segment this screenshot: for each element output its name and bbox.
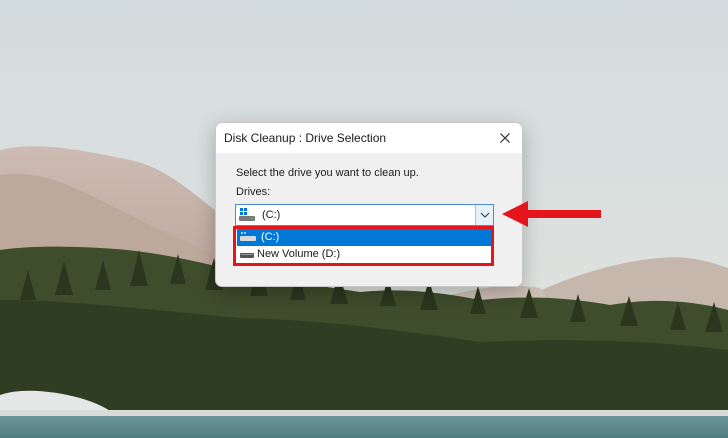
chevron-down-icon (480, 212, 489, 218)
dialog-title: Disk Cleanup : Drive Selection (224, 131, 387, 145)
instruction-text: Select the drive you want to clean up. (236, 167, 419, 179)
red-arrow-icon (502, 201, 601, 227)
close-button[interactable] (494, 127, 516, 149)
drive-combobox[interactable]: (C:) (235, 204, 494, 226)
windows-drive-icon (239, 208, 255, 221)
red-highlight-box (233, 226, 494, 266)
drives-label: Drives: (236, 186, 271, 198)
dialog-titlebar: Disk Cleanup : Drive Selection (216, 123, 522, 153)
dropdown-toggle-button[interactable] (475, 205, 493, 225)
close-icon (500, 133, 510, 143)
selected-drive-value: (C:) (262, 209, 281, 221)
